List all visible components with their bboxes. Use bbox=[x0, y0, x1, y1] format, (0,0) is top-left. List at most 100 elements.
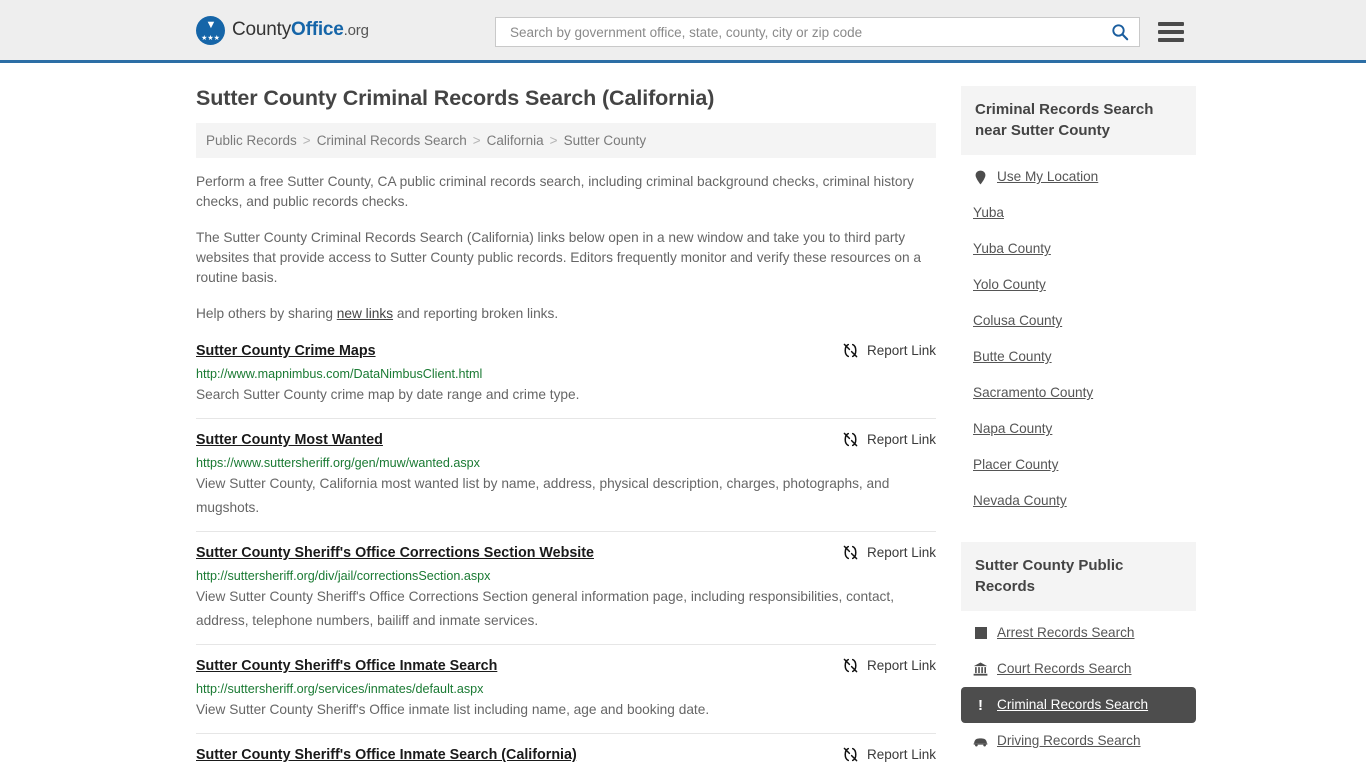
broken-link-icon bbox=[843, 747, 858, 762]
report-link-button[interactable]: Report Link bbox=[842, 431, 936, 448]
new-links-link[interactable]: new links bbox=[337, 306, 393, 321]
result-title[interactable]: Sutter County Sheriff's Office Inmate Se… bbox=[196, 746, 577, 764]
sidebar-item-placer-county[interactable]: Placer County bbox=[961, 447, 1196, 483]
breadcrumb-item-public-records[interactable]: Public Records bbox=[206, 133, 297, 148]
sidebar-item-label: Nevada County bbox=[973, 493, 1067, 508]
exclamation-icon: ! bbox=[978, 696, 983, 714]
result-url[interactable]: http://www.mapnimbus.com/DataNimbusClien… bbox=[196, 366, 936, 382]
result-url[interactable]: https://www.suttersheriff.org/gen/muw/wa… bbox=[196, 455, 936, 471]
result-description: View Sutter County Sheriff's Office Corr… bbox=[196, 589, 895, 628]
sidebar-item-sacramento-county[interactable]: Sacramento County bbox=[961, 375, 1196, 411]
sidebar-item-yuba-county[interactable]: Yuba County bbox=[961, 231, 1196, 267]
result-url[interactable]: http://suttersheriff.org/div/jail/correc… bbox=[196, 568, 936, 584]
search-input[interactable] bbox=[508, 23, 1109, 41]
main-column: Sutter County Criminal Records Search (C… bbox=[196, 63, 936, 768]
report-link-button[interactable]: Report Link bbox=[842, 746, 936, 763]
public-records-heading: Sutter County Public Records bbox=[961, 542, 1196, 611]
sidebar-item-label: Arrest Records Search bbox=[997, 625, 1135, 640]
nearby-search-list: Use My Location Yuba Yuba County Yolo Co… bbox=[961, 155, 1196, 519]
breadcrumb-item-california[interactable]: California bbox=[487, 133, 544, 148]
result-item: Sutter County Sheriff's Office Inmate Se… bbox=[196, 733, 936, 768]
hamburger-menu-icon[interactable] bbox=[1158, 22, 1184, 42]
report-link-label: Report Link bbox=[866, 658, 936, 673]
nearby-search-heading: Criminal Records Search near Sutter Coun… bbox=[961, 86, 1196, 155]
logo-text-part3: .org bbox=[343, 22, 369, 39]
sidebar-item-label: Driving Records Search bbox=[997, 733, 1141, 748]
breadcrumb-separator: > bbox=[549, 133, 558, 148]
breadcrumb-separator: > bbox=[302, 133, 311, 148]
result-title[interactable]: Sutter County Most Wanted bbox=[196, 431, 383, 449]
sidebar-item-label: Napa County bbox=[973, 421, 1053, 436]
sidebar-item-colusa-county[interactable]: Colusa County bbox=[961, 303, 1196, 339]
sidebar-item-label: Yuba County bbox=[973, 241, 1051, 256]
report-link-label: Report Link bbox=[866, 343, 936, 358]
intro-paragraph-1: Perform a free Sutter County, CA public … bbox=[196, 174, 914, 209]
result-header: Sutter County Crime Maps Report Link bbox=[196, 342, 936, 360]
car-icon bbox=[973, 736, 988, 747]
sidebar-item-court-records-search[interactable]: Court Records Search bbox=[961, 651, 1196, 687]
logo-text-part2: Office bbox=[291, 19, 344, 40]
report-link-button[interactable]: Report Link bbox=[842, 544, 936, 561]
courthouse-icon bbox=[973, 662, 988, 676]
intro-p3-before: Help others by sharing bbox=[196, 306, 337, 321]
breadcrumb-item-sutter-county[interactable]: Sutter County bbox=[564, 133, 647, 148]
search-icon[interactable] bbox=[1109, 21, 1131, 43]
result-item: Sutter County Sheriff's Office Inmate Se… bbox=[196, 644, 936, 733]
search-box[interactable] bbox=[495, 17, 1140, 47]
sidebar-item-label: Court Records Search bbox=[997, 661, 1132, 676]
breadcrumb-item-criminal-records-search[interactable]: Criminal Records Search bbox=[317, 133, 467, 148]
page-title: Sutter County Criminal Records Search (C… bbox=[196, 86, 715, 110]
sidebar-item-butte-county[interactable]: Butte County bbox=[961, 339, 1196, 375]
nearby-search-card: Criminal Records Search near Sutter Coun… bbox=[961, 86, 1196, 519]
eagle-seal-icon: ▼ ★★★ bbox=[196, 15, 225, 45]
result-item: Sutter County Crime Maps Report Link htt… bbox=[196, 338, 936, 418]
logo-text: CountyOffice.org bbox=[232, 19, 369, 41]
result-item: Sutter County Most Wanted Report Link ht… bbox=[196, 418, 936, 531]
sidebar-item-label: Placer County bbox=[973, 457, 1059, 472]
intro-p3-after: and reporting broken links. bbox=[393, 306, 559, 321]
sidebar-item-label: Colusa County bbox=[973, 313, 1063, 328]
report-link-label: Report Link bbox=[866, 432, 936, 447]
site-logo[interactable]: ▼ ★★★ CountyOffice.org bbox=[196, 15, 369, 45]
report-link-button[interactable]: Report Link bbox=[842, 657, 936, 674]
logo-text-part1: County bbox=[232, 19, 292, 40]
result-title[interactable]: Sutter County Crime Maps bbox=[196, 342, 376, 360]
sidebar-item-nevada-county[interactable]: Nevada County bbox=[961, 483, 1196, 519]
result-header: Sutter County Most Wanted Report Link bbox=[196, 431, 936, 449]
sidebar-item-criminal-records-search[interactable]: ! Criminal Records Search bbox=[961, 687, 1196, 723]
result-title[interactable]: Sutter County Sheriff's Office Inmate Se… bbox=[196, 657, 497, 675]
sidebar-item-label: Sacramento County bbox=[973, 385, 1094, 400]
sidebar-item-yolo-county[interactable]: Yolo County bbox=[961, 267, 1196, 303]
broken-link-icon bbox=[843, 658, 858, 673]
breadcrumb: Public Records > Criminal Records Search > C… bbox=[196, 123, 936, 158]
report-link-label: Report Link bbox=[866, 545, 936, 560]
sidebar-item-arrest-records-search[interactable]: Arrest Records Search bbox=[961, 615, 1196, 651]
page-body: Sutter County Criminal Records Search (C… bbox=[0, 63, 1366, 768]
sidebar-item-label: Butte County bbox=[973, 349, 1052, 364]
result-header: Sutter County Sheriff's Office Inmate Se… bbox=[196, 657, 936, 675]
report-link-button[interactable]: Report Link bbox=[842, 342, 936, 359]
sidebar-item-label: Use My Location bbox=[997, 169, 1099, 184]
result-description: View Sutter County Sheriff's Office inma… bbox=[196, 702, 710, 717]
broken-link-icon bbox=[843, 343, 858, 358]
result-description: View Sutter County, California most want… bbox=[196, 476, 890, 515]
map-pin-icon bbox=[973, 170, 988, 185]
public-records-card: Sutter County Public Records Arrest Reco… bbox=[961, 542, 1196, 759]
sidebar-item-label: Yolo County bbox=[973, 277, 1046, 292]
intro-paragraph-3: Help others by sharing new links and rep… bbox=[196, 304, 936, 324]
result-list: Sutter County Crime Maps Report Link htt… bbox=[196, 338, 936, 768]
result-description: Search Sutter County crime map by date r… bbox=[196, 387, 580, 402]
intro-text: Perform a free Sutter County, CA public … bbox=[196, 172, 936, 324]
result-header: Sutter County Sheriff's Office Correctio… bbox=[196, 544, 936, 562]
result-url[interactable]: http://suttersheriff.org/services/inmate… bbox=[196, 681, 936, 697]
sidebar-item-driving-records-search[interactable]: Driving Records Search bbox=[961, 723, 1196, 759]
sidebar-item-napa-county[interactable]: Napa County bbox=[961, 411, 1196, 447]
result-title[interactable]: Sutter County Sheriff's Office Correctio… bbox=[196, 544, 594, 562]
sidebar-item-use-my-location[interactable]: Use My Location bbox=[961, 159, 1196, 195]
result-header: Sutter County Sheriff's Office Inmate Se… bbox=[196, 746, 936, 764]
result-item: Sutter County Sheriff's Office Correctio… bbox=[196, 531, 936, 644]
breadcrumb-separator: > bbox=[472, 133, 481, 148]
search-zone bbox=[495, 17, 1184, 47]
sidebar-item-yuba[interactable]: Yuba bbox=[961, 195, 1196, 231]
sidebar: Criminal Records Search near Sutter Coun… bbox=[961, 63, 1196, 768]
